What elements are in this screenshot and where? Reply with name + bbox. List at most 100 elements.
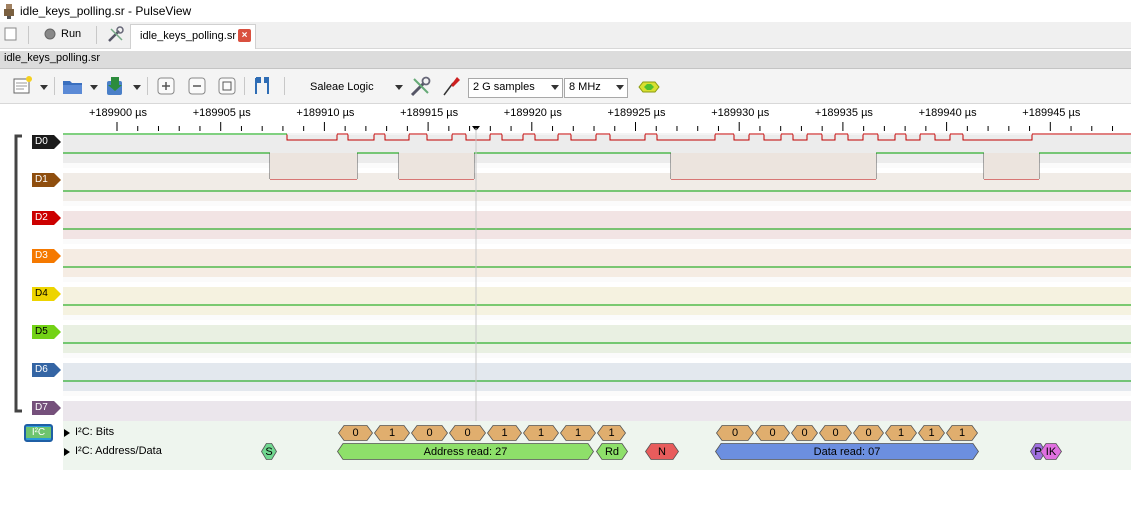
channel-row-gap xyxy=(63,277,1131,282)
bit-cell-label: 1 xyxy=(608,427,615,439)
zoom-out-icon[interactable] xyxy=(185,75,209,97)
toolbar-separator xyxy=(54,77,55,95)
trace-d1-low-fill xyxy=(270,153,357,179)
zoom-fit-icon[interactable] xyxy=(215,75,239,97)
channel-name: D7 xyxy=(35,402,48,413)
bit-cell-label: 1 xyxy=(388,427,396,439)
channel-row-gap xyxy=(63,239,1131,244)
settings-tools-icon[interactable] xyxy=(107,26,124,43)
tab-close-button[interactable]: × xyxy=(238,29,251,42)
run-button[interactable]: Run xyxy=(42,25,87,45)
run-icon xyxy=(44,28,56,40)
bit-cell-label: 0 xyxy=(769,427,776,439)
channel-row-bg xyxy=(63,173,1131,201)
bit-cell-label: 0 xyxy=(426,427,433,439)
chevron-down-icon[interactable] xyxy=(133,85,141,90)
window-title: idle_keys_polling.sr - PulseView xyxy=(20,4,192,18)
bit-cell[interactable]: 0 xyxy=(716,425,754,441)
bit-cell[interactable]: 0 xyxy=(791,425,818,441)
sample-rate-select[interactable]: 8 MHz xyxy=(564,78,628,98)
bit-cell-label: 1 xyxy=(537,427,545,439)
channel-label-d5[interactable]: D5 xyxy=(32,325,62,339)
channel-row-gap xyxy=(63,315,1131,320)
channel-name: D6 xyxy=(35,364,48,375)
channel-row-gap xyxy=(63,353,1131,358)
decoder-row-label: I²C: Address/Data xyxy=(75,445,162,457)
add-decoder-icon[interactable] xyxy=(638,79,660,95)
data-annotation[interactable]: Data read: 07 xyxy=(715,443,979,460)
new-view-icon[interactable] xyxy=(10,75,34,97)
toolbar-separator xyxy=(28,26,29,44)
channel-name: D5 xyxy=(35,326,48,337)
bit-cell-label: 0 xyxy=(731,427,739,439)
chevron-down-icon[interactable] xyxy=(40,85,48,90)
channel-label-d7[interactable]: D7 xyxy=(32,401,62,415)
save-icon[interactable] xyxy=(103,75,127,97)
channel-label-d1[interactable]: D1 xyxy=(32,173,62,187)
channel-row-gap xyxy=(63,391,1131,396)
channel-row-gap xyxy=(63,201,1131,206)
channel-row-gap xyxy=(63,163,1131,168)
ack-annotation-label: IK xyxy=(1045,445,1057,458)
channel-name: D2 xyxy=(35,212,48,223)
trace-d1-low-fill xyxy=(399,153,474,179)
chevron-down-icon[interactable] xyxy=(90,85,98,90)
rw-annotation[interactable]: Rd xyxy=(596,443,628,460)
channel-row-bg xyxy=(63,287,1131,315)
bit-cell[interactable]: 0 xyxy=(755,425,790,441)
nack-annotation[interactable]: N xyxy=(645,443,679,460)
ack-annotation[interactable]: IK xyxy=(1040,443,1062,460)
tab-session[interactable]: idle_keys_polling.sr × xyxy=(130,24,256,49)
chevron-down-icon xyxy=(395,85,403,90)
probe-icon[interactable] xyxy=(441,75,461,97)
channel-row-bg xyxy=(63,249,1131,277)
ruler-tick-label: +189900 µs xyxy=(89,107,148,119)
toolbar-separator xyxy=(96,26,97,44)
trace-d1-low-fill xyxy=(984,153,1039,179)
channel-label-d0[interactable]: D0 xyxy=(32,135,62,149)
channel-label-d4[interactable]: D4 xyxy=(32,287,62,301)
channel-name: D3 xyxy=(35,250,48,261)
decoder-badge[interactable]: I²C xyxy=(24,424,53,442)
bit-cell[interactable]: 1 xyxy=(560,425,596,441)
sample-count-select[interactable]: 2 G samples xyxy=(468,78,563,98)
bit-cell[interactable]: 0 xyxy=(449,425,486,441)
decoder-row-label: I²C: Bits xyxy=(75,426,115,438)
channel-label-d3[interactable]: D3 xyxy=(32,249,62,263)
tab-label: idle_keys_polling.sr xyxy=(140,30,236,42)
cursors-icon[interactable] xyxy=(251,75,275,97)
chevron-down-icon xyxy=(551,85,559,90)
zoom-in-icon[interactable] xyxy=(154,75,178,97)
main-toolbar: Run idle_keys_polling.sr × xyxy=(0,22,1131,49)
device-config-icon[interactable] xyxy=(409,76,433,98)
session-title-strip: idle_keys_polling.sr xyxy=(0,51,1131,69)
bit-cell-label: 1 xyxy=(958,427,966,439)
open-folder-icon[interactable] xyxy=(61,75,85,97)
bit-cell-label: 0 xyxy=(464,427,471,439)
bit-cell[interactable]: 1 xyxy=(918,425,945,441)
bit-cell[interactable]: 1 xyxy=(597,425,626,441)
channel-label-d2[interactable]: D2 xyxy=(32,211,62,225)
bit-cell[interactable]: 0 xyxy=(853,425,884,441)
bit-cell[interactable]: 0 xyxy=(819,425,852,441)
new-session-icon[interactable] xyxy=(4,27,18,41)
expand-arrow-icon[interactable] xyxy=(63,447,71,457)
expand-arrow-icon[interactable] xyxy=(63,428,71,438)
channel-label-d6[interactable]: D6 xyxy=(32,363,62,377)
bit-cell[interactable]: 1 xyxy=(946,425,978,441)
toolbar-separator xyxy=(147,77,148,95)
bit-cell[interactable]: 1 xyxy=(523,425,559,441)
session-title: idle_keys_polling.sr xyxy=(4,52,100,64)
start-annotation[interactable]: S xyxy=(261,443,277,460)
channel-row-bg xyxy=(63,363,1131,391)
rw-annotation-label: Rd xyxy=(604,445,620,458)
bit-cell[interactable]: 0 xyxy=(411,425,448,441)
bit-cell[interactable]: 1 xyxy=(487,425,522,441)
bit-cell[interactable]: 0 xyxy=(338,425,373,441)
bit-cell[interactable]: 1 xyxy=(885,425,917,441)
chevron-down-icon xyxy=(616,85,624,90)
bit-cell[interactable]: 1 xyxy=(374,425,410,441)
address-annotation[interactable]: Address read: 27 xyxy=(337,443,594,460)
device-selector[interactable]: Saleae Logic xyxy=(305,78,407,98)
channel-name: D0 xyxy=(35,136,48,147)
